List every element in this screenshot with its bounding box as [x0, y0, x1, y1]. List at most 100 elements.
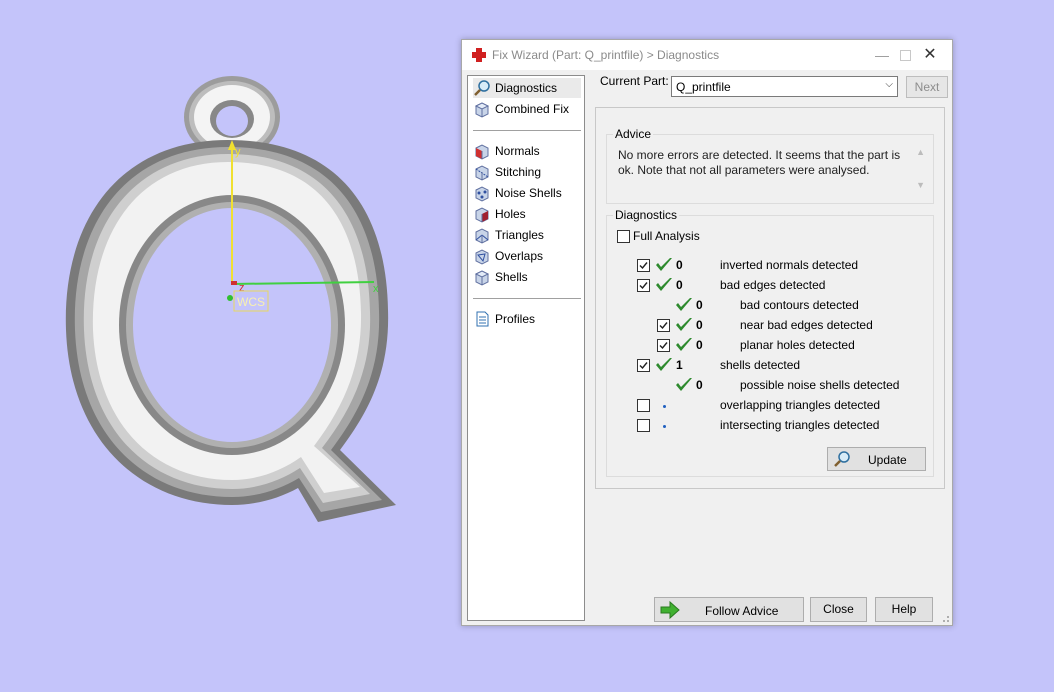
normals-cube-icon — [475, 144, 489, 160]
current-part-select[interactable]: Q_printfile ⌵ — [671, 76, 898, 97]
diagnostic-checkbox[interactable] — [637, 399, 650, 412]
nav-label: Combined Fix — [495, 102, 570, 116]
cube-icon — [474, 102, 490, 118]
3d-viewport[interactable]: y z x WCS — [0, 0, 460, 689]
x-axis-label: x — [373, 283, 379, 295]
green-check-icon — [655, 357, 673, 373]
full-analysis-label: Full Analysis — [633, 229, 700, 243]
overlaps-cube-icon — [475, 249, 489, 265]
diagnostic-checkbox[interactable] — [637, 279, 650, 292]
diagnostics-group: Diagnostics Full Analysis 0 inverted norm… — [606, 208, 934, 477]
diagnostic-count: 0 — [676, 258, 683, 272]
magnifier-icon — [474, 80, 490, 96]
current-part-label: Current Part: — [600, 74, 669, 88]
green-check-icon — [675, 337, 693, 353]
diagnostic-label: possible noise shells detected — [740, 378, 900, 392]
advice-title: Advice — [613, 127, 654, 141]
origin-dot — [227, 295, 233, 301]
diagnostic-label: shells detected — [720, 358, 801, 372]
green-check-icon — [675, 297, 693, 313]
wizard-nav-panel: Diagnostics Combined Fix Normals Stitchi… — [467, 75, 585, 621]
holes-cube-icon — [475, 207, 489, 223]
red-cross-icon — [472, 48, 486, 62]
green-arrow-icon — [660, 601, 680, 619]
nav-item-diagnostics[interactable]: Diagnostics — [473, 78, 581, 98]
diagnostic-count: 0 — [696, 298, 703, 312]
document-icon — [476, 311, 489, 327]
z-axis-label: z — [239, 282, 245, 294]
nav-label: Profiles — [495, 312, 536, 326]
nav-label: Noise Shells — [495, 186, 562, 200]
diagnostics-title: Diagnostics — [613, 208, 680, 222]
diagnostic-count: 0 — [696, 318, 703, 332]
fix-wizard-dialog: Fix Wizard (Part: Q_printfile) > Diagnos… — [461, 39, 953, 626]
nav-item-profiles[interactable]: Profiles — [473, 309, 581, 329]
nav-item-triangles[interactable]: Triangles — [473, 225, 581, 245]
diagnostics-panel: Advice No more errors are detected. It s… — [595, 107, 945, 489]
nav-label: Stitching — [495, 165, 542, 179]
diagnostic-label: planar holes detected — [740, 338, 855, 352]
diagnostic-checkbox[interactable] — [637, 359, 650, 372]
green-check-icon — [675, 317, 693, 333]
diagnostic-checkbox[interactable] — [637, 259, 650, 272]
diagnostic-count: 0 — [696, 378, 703, 392]
diagnostic-label: bad contours detected — [740, 298, 859, 312]
help-button[interactable]: Help — [875, 597, 933, 622]
diagnostic-label: inverted normals detected — [720, 258, 859, 272]
full-analysis-checkbox[interactable] — [617, 230, 630, 243]
q-letter-shape — [65, 140, 396, 522]
update-button[interactable]: Update — [827, 447, 926, 471]
scroll-down-icon[interactable]: ▼ — [916, 180, 925, 190]
close-window-button[interactable]: ✕ — [918, 44, 942, 66]
nav-separator — [473, 130, 581, 131]
follow-advice-button[interactable]: Follow Advice — [654, 597, 804, 622]
diagnostic-count: 0 — [676, 278, 683, 292]
title-bar[interactable]: Fix Wizard (Part: Q_printfile) > Diagnos… — [462, 40, 952, 70]
nav-label: Shells — [495, 270, 528, 284]
diagnostic-label: near bad edges detected — [740, 318, 873, 332]
stitching-cube-icon — [475, 165, 489, 181]
nav-item-shells[interactable]: Shells — [473, 267, 581, 287]
diagnostic-count: 0 — [696, 338, 703, 352]
z-axis-marker — [231, 281, 237, 285]
diagnostic-checkbox[interactable] — [657, 319, 670, 332]
nav-label: Holes — [495, 207, 526, 221]
wcs-label: WCS — [237, 295, 265, 309]
nav-item-stitching[interactable]: Stitching — [473, 162, 581, 182]
triangles-cube-icon — [475, 228, 489, 244]
resize-grip-icon[interactable] — [940, 613, 950, 623]
green-check-icon — [675, 377, 693, 393]
pending-dot-icon — [663, 425, 666, 428]
nav-label: Triangles — [495, 228, 544, 242]
nav-item-noise-shells[interactable]: Noise Shells — [473, 183, 581, 203]
nav-item-normals[interactable]: Normals — [473, 141, 581, 161]
diagnostic-label: intersecting triangles detected — [720, 418, 880, 432]
chevron-down-icon: ⌵ — [885, 79, 893, 90]
follow-advice-label: Follow Advice — [705, 604, 779, 618]
current-part-value: Q_printfile — [676, 80, 731, 94]
next-button[interactable]: Next — [906, 76, 948, 98]
nav-label: Overlaps — [495, 249, 544, 263]
y-axis-label: y — [235, 146, 241, 158]
nav-item-holes[interactable]: Holes — [473, 204, 581, 224]
advice-text: No more errors are detected. It seems th… — [618, 148, 901, 177]
nav-item-overlaps[interactable]: Overlaps — [473, 246, 581, 266]
pending-dot-icon — [663, 405, 666, 408]
diagnostic-checkbox[interactable] — [637, 419, 650, 432]
nav-item-combined-fix[interactable]: Combined Fix — [473, 99, 581, 119]
q-part-model[interactable]: y z x WCS — [0, 0, 460, 689]
diagnostic-checkbox[interactable] — [657, 339, 670, 352]
diagnostic-count: 1 — [676, 358, 683, 372]
maximize-button[interactable] — [874, 44, 911, 66]
update-label: Update — [868, 453, 907, 467]
close-button[interactable]: Close — [810, 597, 867, 622]
nav-label: Diagnostics — [495, 81, 558, 95]
advice-group: Advice No more errors are detected. It s… — [606, 127, 934, 204]
magnifier-icon — [834, 451, 850, 467]
dialog-title: Fix Wizard (Part: Q_printfile) > Diagnos… — [492, 48, 720, 62]
scroll-up-icon[interactable]: ▲ — [916, 147, 925, 157]
green-check-icon — [655, 257, 673, 273]
green-check-icon — [655, 277, 673, 293]
noise-shells-icon — [475, 186, 489, 202]
shells-cube-icon — [474, 270, 490, 286]
